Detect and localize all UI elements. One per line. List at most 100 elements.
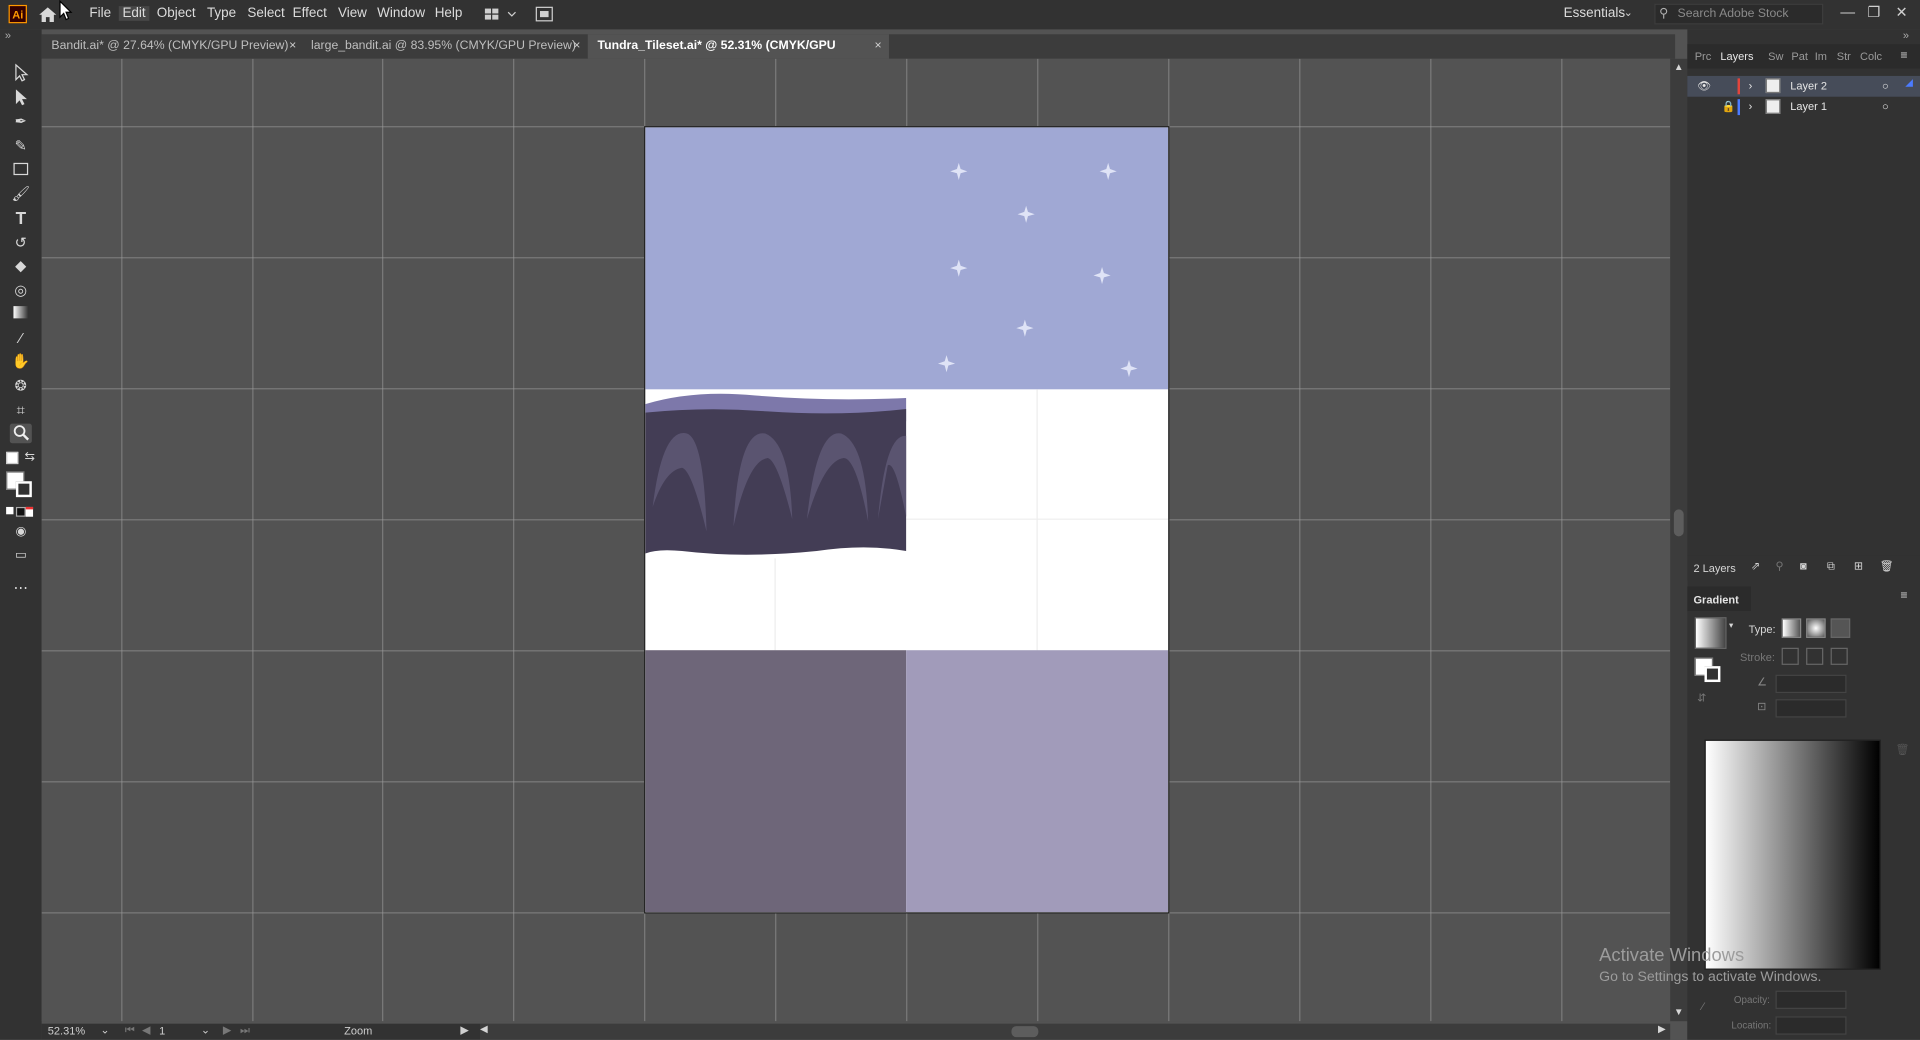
- status-menu-icon[interactable]: ▶: [460, 1024, 468, 1037]
- target-icon[interactable]: ○: [1882, 76, 1889, 97]
- default-colors-icon[interactable]: [6, 451, 19, 465]
- chevron-right-icon[interactable]: ›: [1749, 97, 1753, 118]
- locate-object-icon[interactable]: ⚲: [1776, 560, 1784, 573]
- tab-stroke[interactable]: Str: [1837, 50, 1851, 62]
- zoom-level-field[interactable]: 52.31%: [48, 1025, 85, 1037]
- tab-properties[interactable]: Prc: [1695, 50, 1712, 62]
- target-icon[interactable]: ○: [1882, 97, 1889, 118]
- stroke-option-icon[interactable]: [1830, 647, 1848, 665]
- puppet-warp-tool-icon[interactable]: ✋: [10, 351, 32, 371]
- more-tools-icon[interactable]: ⋯: [10, 578, 32, 598]
- curvature-tool-icon[interactable]: ✎: [10, 136, 32, 156]
- tab-bandit[interactable]: Bandit.ai* @ 27.64% (CMYK/GPU Preview) ×: [42, 34, 304, 58]
- menu-object[interactable]: Object: [157, 6, 196, 21]
- menu-edit[interactable]: Edit: [118, 6, 150, 21]
- layer-name[interactable]: Layer 1: [1790, 97, 1827, 118]
- location-field[interactable]: [1775, 1016, 1847, 1035]
- type-tool-icon[interactable]: T: [10, 208, 32, 228]
- stroke-option-icon[interactable]: [1806, 647, 1824, 665]
- none-mode-icon[interactable]: [25, 506, 34, 517]
- previous-artboard-icon[interactable]: ◀: [142, 1024, 150, 1037]
- trash-icon[interactable]: 🗑: [1896, 743, 1910, 756]
- lock-icon[interactable]: 🔒: [1722, 97, 1736, 118]
- home-icon[interactable]: [37, 4, 59, 26]
- tab-swatches[interactable]: Sw: [1768, 50, 1783, 62]
- rotate-tool-icon[interactable]: ↺: [10, 233, 32, 253]
- workspace-switcher[interactable]: Essentials: [1564, 6, 1625, 21]
- chevron-down-icon[interactable]: ⌄: [100, 1024, 109, 1037]
- artboard-tool-icon[interactable]: ⌗: [10, 400, 32, 420]
- eye-icon[interactable]: 👁: [1697, 76, 1711, 97]
- new-layer-icon[interactable]: ⊞: [1854, 560, 1863, 573]
- new-sublayer-icon[interactable]: ⧉: [1827, 560, 1835, 573]
- collapse-panel-icon[interactable]: »: [1903, 29, 1909, 41]
- scroll-up-icon[interactable]: ▲: [1674, 61, 1684, 72]
- radial-gradient-button[interactable]: [1806, 618, 1826, 638]
- layer-row-layer-2[interactable]: 👁 › Layer 2 ○ ◢: [1687, 75, 1920, 97]
- pen-tool-icon[interactable]: ✒: [10, 111, 32, 131]
- screen-mode-icon[interactable]: ▭: [10, 546, 32, 566]
- linear-gradient-button[interactable]: [1781, 618, 1802, 638]
- angle-field[interactable]: [1775, 674, 1847, 694]
- collapse-panel-icon[interactable]: »: [5, 29, 11, 41]
- chevron-down-icon[interactable]: ⌄: [201, 1024, 210, 1037]
- selection-tool-icon[interactable]: [10, 63, 32, 84]
- gradient-mode-icon[interactable]: [15, 506, 26, 517]
- trash-icon[interactable]: 🗑: [1880, 560, 1894, 573]
- gradient-stroke-swatch[interactable]: [1704, 666, 1721, 683]
- menu-window[interactable]: Window: [377, 6, 425, 21]
- scroll-right-icon[interactable]: ▶: [1658, 1024, 1666, 1035]
- gradient-tool-icon[interactable]: [10, 304, 32, 324]
- eraser-tool-icon[interactable]: ◆: [10, 256, 32, 276]
- swap-colors-icon[interactable]: ⇆: [24, 451, 34, 464]
- stroke-option-icon[interactable]: [1781, 647, 1799, 665]
- tab-layers[interactable]: Layers: [1720, 50, 1753, 62]
- artboard-number-field[interactable]: 1: [159, 1025, 165, 1037]
- menu-help[interactable]: Help: [435, 6, 463, 21]
- tab-close-icon[interactable]: ×: [573, 34, 580, 58]
- scroll-left-icon[interactable]: ◀: [480, 1024, 488, 1035]
- vertical-scrollbar[interactable]: ▲ ▼: [1670, 58, 1688, 1022]
- paintbrush-tool-icon[interactable]: 🖌: [10, 184, 32, 204]
- tab-close-icon[interactable]: ×: [874, 34, 881, 58]
- canvas[interactable]: [41, 58, 1671, 1022]
- eyedropper-tool-icon[interactable]: ⁄: [10, 328, 32, 348]
- chevron-down-icon[interactable]: ▾: [1729, 621, 1733, 631]
- reverse-gradient-icon[interactable]: ⇵: [1697, 692, 1706, 705]
- freeform-gradient-button[interactable]: [1830, 618, 1851, 638]
- drawing-mode-icon[interactable]: ◉: [10, 523, 32, 543]
- zoom-tool-icon[interactable]: [9, 423, 32, 444]
- symbol-sprayer-tool-icon[interactable]: ❂: [10, 376, 32, 396]
- export-icon[interactable]: ⇗: [1751, 560, 1760, 573]
- tab-tundra-tileset[interactable]: Tundra_Tileset.ai* @ 52.31% (CMYK/GPU Pr…: [587, 34, 889, 77]
- horizontal-scroll-thumb[interactable]: [1011, 1026, 1039, 1038]
- menu-file[interactable]: File: [89, 6, 111, 21]
- horizontal-scrollbar[interactable]: ◀ ▶: [480, 1023, 1671, 1040]
- shape-builder-tool-icon[interactable]: ◎: [10, 280, 32, 300]
- tab-large-bandit[interactable]: large_bandit.ai @ 83.95% (CMYK/GPU Previ…: [301, 34, 588, 58]
- make-clipping-mask-icon[interactable]: ◙: [1800, 560, 1807, 572]
- opacity-field[interactable]: [1775, 990, 1847, 1009]
- gradient-swatch[interactable]: [1694, 617, 1727, 649]
- minimize-icon[interactable]: —: [1840, 4, 1855, 21]
- first-artboard-icon[interactable]: ⏮: [125, 1024, 135, 1037]
- direct-selection-tool-icon[interactable]: [10, 88, 32, 108]
- tab-close-icon[interactable]: ×: [289, 34, 296, 58]
- layer-name[interactable]: Layer 2: [1790, 76, 1827, 97]
- arrange-documents-icon[interactable]: [484, 6, 521, 23]
- menu-type[interactable]: Type: [207, 6, 236, 21]
- artboard-tundra-tileset[interactable]: [645, 127, 1169, 913]
- restore-icon[interactable]: ❐: [1867, 4, 1880, 21]
- close-icon[interactable]: ✕: [1896, 4, 1908, 21]
- menu-view[interactable]: View: [338, 6, 367, 21]
- tab-image-trace[interactable]: Im: [1815, 50, 1827, 62]
- tab-color[interactable]: Colc: [1860, 50, 1882, 62]
- panel-menu-icon[interactable]: ≡: [1900, 49, 1907, 62]
- search-stock-input[interactable]: ⚲ Search Adobe Stock: [1654, 3, 1824, 25]
- vertical-scroll-thumb[interactable]: [1673, 509, 1684, 537]
- gpu-performance-icon[interactable]: [535, 5, 553, 23]
- tab-pathfinder[interactable]: Pat: [1791, 50, 1808, 62]
- menu-select[interactable]: Select: [247, 6, 284, 21]
- rectangle-tool-icon[interactable]: [10, 160, 32, 180]
- chevron-right-icon[interactable]: ›: [1749, 76, 1753, 97]
